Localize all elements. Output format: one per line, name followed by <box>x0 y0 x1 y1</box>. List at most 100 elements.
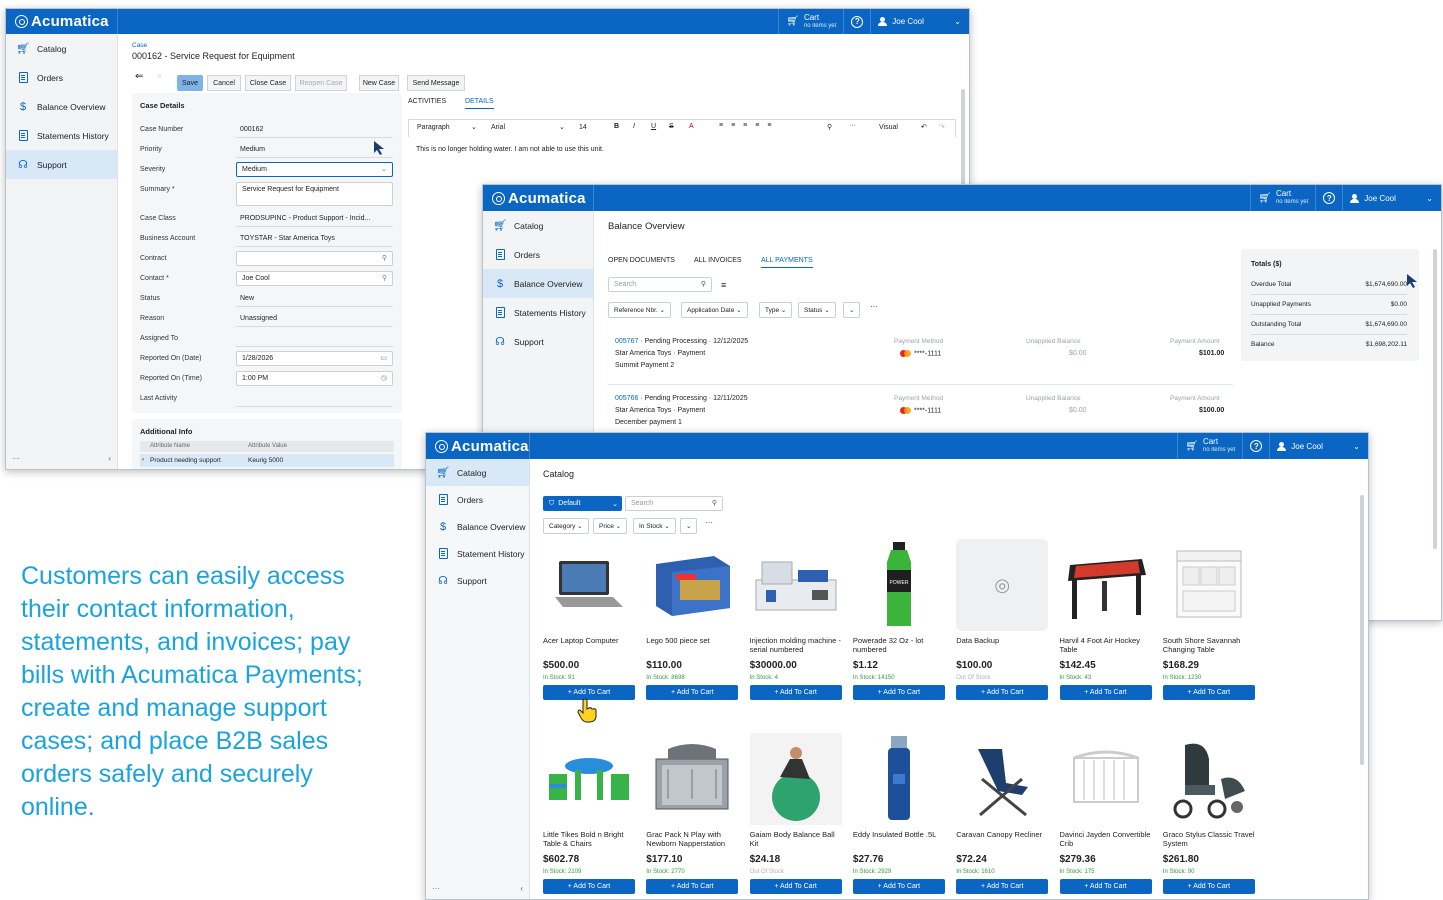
product-name[interactable]: Caravan Canopy Recliner <box>956 830 1048 849</box>
product-card[interactable]: Davinci Jayden Convertible Crib $279.36 In… <box>1059 733 1152 894</box>
balance-ball-icon[interactable] <box>749 733 842 825</box>
more-icon[interactable]: ··· <box>12 454 20 463</box>
align-icons[interactable]: ≡≡≡≡≡ <box>719 122 779 129</box>
product-name[interactable]: Injection molding machine - serial numbe… <box>750 636 842 655</box>
filter-type[interactable]: Type ⌄ <box>759 302 793 318</box>
product-card[interactable]: Graco Stylus Classic Travel System $261.8… <box>1162 733 1255 894</box>
product-name[interactable]: Davinci Jayden Convertible Crib <box>1060 830 1152 849</box>
filter-more[interactable]: ⌄ <box>843 302 861 318</box>
add-to-cart-button[interactable]: + Add To Cart <box>1059 685 1152 700</box>
sidebar-item-support[interactable]: ☊ Support <box>483 327 593 356</box>
search-input[interactable]: Search ⚲ <box>625 496 723 511</box>
hockey-table-icon[interactable] <box>1060 539 1152 631</box>
font-color-icon[interactable]: A <box>689 123 694 130</box>
send-message-button[interactable]: Send Message <box>407 75 465 91</box>
link-icon[interactable]: ⚲ <box>827 123 832 131</box>
add-to-cart-button[interactable]: + Add To Cart <box>749 879 842 894</box>
product-card[interactable]: Lego 500 piece set $110.00 In Stock: 8698 +… <box>646 539 739 700</box>
back-icon[interactable]: ⇐ <box>135 71 143 82</box>
collapse-icon[interactable]: ‹ <box>108 454 111 463</box>
field-reported-time-input[interactable]: 1:00 PM ◷ <box>236 371 393 386</box>
filter-status[interactable]: Status ⌄ <box>798 302 836 318</box>
sidebar-item-orders[interactable]: Orders <box>6 63 117 92</box>
recliner-icon[interactable] <box>956 733 1048 825</box>
field-severity-input[interactable]: Medium ⌄ <box>236 162 393 177</box>
tab-activities[interactable]: ACTIVITIES <box>408 98 446 105</box>
bold-icon[interactable]: B <box>614 123 619 130</box>
add-to-cart-button[interactable]: + Add To Cart <box>1162 685 1255 700</box>
sidebar-item-catalog[interactable]: 🛒︎ Catalog <box>6 34 117 63</box>
filter-in-stock[interactable]: In Stock ⌄ <box>633 518 676 534</box>
add-to-cart-button[interactable]: + Add To Cart <box>646 879 739 894</box>
payment-ref-line[interactable]: 005766 · Pending Processing · 12/11/2025 <box>615 395 748 402</box>
field-contact-input[interactable]: Joe Cool ⚲ <box>236 271 393 286</box>
payment-row[interactable]: 005767 · Pending Processing · 12/12/2025… <box>608 335 1233 385</box>
product-name[interactable]: Graco Stylus Classic Travel System <box>1163 830 1255 849</box>
product-card[interactable]: Grac Pack N Play with Newborn Napperstat… <box>646 733 739 894</box>
product-card[interactable]: Caravan Canopy Recliner $72.24 In Stock: 1… <box>956 733 1049 894</box>
product-card[interactable]: Harvil 4 Foot Air Hockey Table $142.45 In … <box>1059 539 1152 700</box>
sidebar-item-orders[interactable]: Orders <box>483 240 593 269</box>
product-name[interactable]: Lego 500 piece set <box>646 636 738 655</box>
sidebar-item-orders[interactable]: Orders <box>426 486 529 513</box>
add-to-cart-button[interactable]: + Add To Cart <box>852 879 945 894</box>
save-button[interactable]: Save <box>177 75 203 91</box>
add-to-cart-button[interactable]: + Add To Cart <box>1162 879 1255 894</box>
strike-icon[interactable]: S <box>669 123 674 130</box>
sidebar-item-statements[interactable]: Statements History <box>6 121 117 150</box>
product-card[interactable]: ◎ Data Backup $100.00 Out Of Stock + Add To … <box>956 539 1049 700</box>
product-name[interactable]: Acer Laptop Computer <box>543 636 635 655</box>
collapse-icon[interactable]: ‹ <box>520 884 523 893</box>
filter-reference[interactable]: Reference Nbr. ⌄ <box>608 302 671 318</box>
add-to-cart-button[interactable]: + Add To Cart <box>543 879 635 894</box>
product-name[interactable]: Powerade 32 Oz - lot numbered <box>853 636 945 655</box>
scrollbar[interactable] <box>1433 249 1437 549</box>
user-menu[interactable]: Joe Cool ⌄ <box>1342 185 1441 211</box>
product-name[interactable]: Gaiam Body Balance Ball Kit <box>750 830 842 849</box>
sidebar-item-balance[interactable]: $ Balance Overview <box>426 513 529 540</box>
product-name[interactable]: Grac Pack N Play with Newborn Napperstat… <box>646 830 738 849</box>
sort-icon[interactable]: ≡ <box>721 280 726 290</box>
kids-table-icon[interactable] <box>543 733 635 825</box>
cart-button[interactable]: 🛒︎ Cart no items yet <box>1250 185 1315 211</box>
scrollbar[interactable] <box>1360 495 1364 765</box>
editor-body[interactable]: This is no longer holding water. I am no… <box>416 146 604 153</box>
sidebar-item-catalog[interactable]: 🛒︎ Catalog <box>483 211 593 240</box>
new-case-button[interactable]: New Case <box>359 75 399 91</box>
product-card[interactable]: Eddy Insulated Bottle .5L $27.76 In Stock:… <box>852 733 945 894</box>
lego-box-icon[interactable] <box>646 539 738 631</box>
add-to-cart-button[interactable]: + Add To Cart <box>1059 879 1152 894</box>
help-button[interactable]: ? <box>843 9 870 34</box>
field-summary-input[interactable]: Service Request for Equipment <box>236 182 393 206</box>
tab-open-documents[interactable]: OPEN DOCUMENTS <box>608 257 675 264</box>
help-button[interactable]: ? <box>1315 185 1342 211</box>
filter-category[interactable]: Category ⌄ <box>543 518 589 534</box>
more-icon[interactable]: ··· <box>705 518 713 527</box>
laptop-icon[interactable] <box>543 539 635 631</box>
visual-select[interactable]: Visual <box>879 124 898 131</box>
filter-more[interactable]: ⌄ <box>680 518 698 534</box>
changing-table-icon[interactable] <box>1163 539 1255 631</box>
breadcrumb[interactable]: Case <box>132 42 147 49</box>
product-name[interactable]: Eddy Insulated Bottle .5L <box>853 830 945 849</box>
camera-placeholder-icon[interactable]: ◎ <box>956 539 1049 631</box>
filter-price[interactable]: Price ⌄ <box>593 518 628 534</box>
add-to-cart-button[interactable]: + Add To Cart <box>956 879 1049 894</box>
attribute-row[interactable]: › Product needing support Keurig 5000 <box>140 454 394 467</box>
save-icon[interactable]: ▫ <box>158 72 161 81</box>
underline-icon[interactable]: U <box>651 123 656 130</box>
sidebar-item-balance[interactable]: $ Balance Overview <box>483 269 593 298</box>
payment-ref-line[interactable]: 005767 · Pending Processing · 12/12/2025 <box>615 338 748 345</box>
product-card[interactable]: Little Tikes Bold n Bright Table & Chair… <box>543 733 635 894</box>
product-name[interactable]: Little Tikes Bold n Bright Table & Chair… <box>543 830 635 849</box>
view-select[interactable]: ⛉ Default ⌄ <box>543 496 622 511</box>
more-icon[interactable]: ··· <box>870 302 878 311</box>
search-input[interactable]: Search ⚲ <box>608 277 712 292</box>
add-to-cart-button[interactable]: + Add To Cart <box>956 685 1049 700</box>
tab-all-payments[interactable]: ALL PAYMENTS <box>761 257 813 268</box>
tab-details[interactable]: DETAILS <box>465 98 494 109</box>
product-card[interactable]: Acer Laptop Computer $500.00 In Stock: 91 +… <box>543 539 635 700</box>
scrollbar[interactable] <box>961 89 965 189</box>
redo-icon[interactable]: ↷ <box>939 123 945 131</box>
acumatica-logo[interactable]: Acumatica <box>6 9 118 34</box>
